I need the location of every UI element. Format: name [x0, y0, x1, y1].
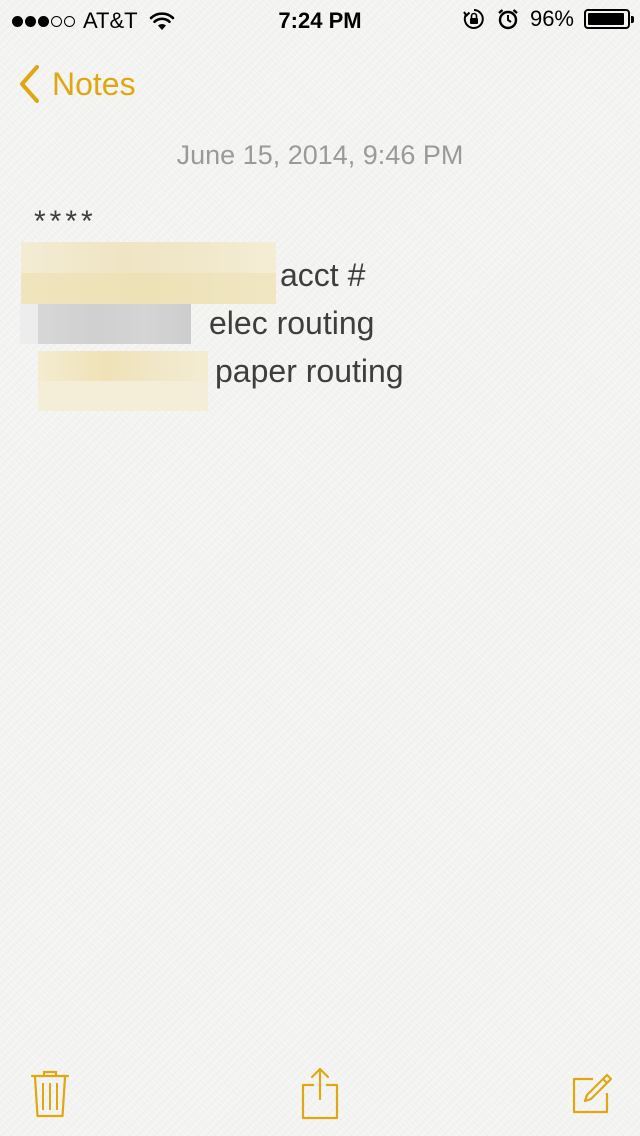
note-body[interactable]: **** acct # elec routing paper routing — [0, 205, 640, 1025]
redacted-paper-routing — [38, 351, 208, 411]
note-line-acct: acct # — [280, 257, 366, 293]
battery-percent: 96% — [529, 6, 574, 31]
chevron-left-icon — [20, 65, 39, 103]
redacted-elec-routing — [20, 304, 191, 344]
note-line-paper-routing: paper routing — [215, 353, 404, 389]
alarm-icon — [498, 9, 518, 30]
share-button[interactable] — [290, 1064, 350, 1124]
note-line-stars: **** — [34, 205, 97, 238]
share-icon — [301, 1067, 339, 1120]
delete-button[interactable] — [20, 1064, 80, 1124]
note-date: June 15, 2014, 9:46 PM — [176, 140, 464, 170]
compose-button[interactable] — [562, 1064, 622, 1124]
note-line-elec-routing: elec routing — [209, 305, 375, 341]
bottom-toolbar — [0, 1050, 640, 1136]
compose-icon — [572, 1073, 613, 1114]
trash-icon — [30, 1070, 70, 1118]
back-button-label: Notes — [52, 65, 136, 102]
orientation-lock-icon — [463, 9, 484, 29]
battery-fill — [588, 13, 625, 25]
back-button[interactable]: Notes — [18, 60, 136, 108]
redacted-account-number — [21, 242, 276, 304]
status-right: 96% — [462, 6, 634, 32]
battery-icon — [584, 9, 634, 29]
status-bar: AT&T 7:24 PM 96% — [0, 0, 640, 40]
